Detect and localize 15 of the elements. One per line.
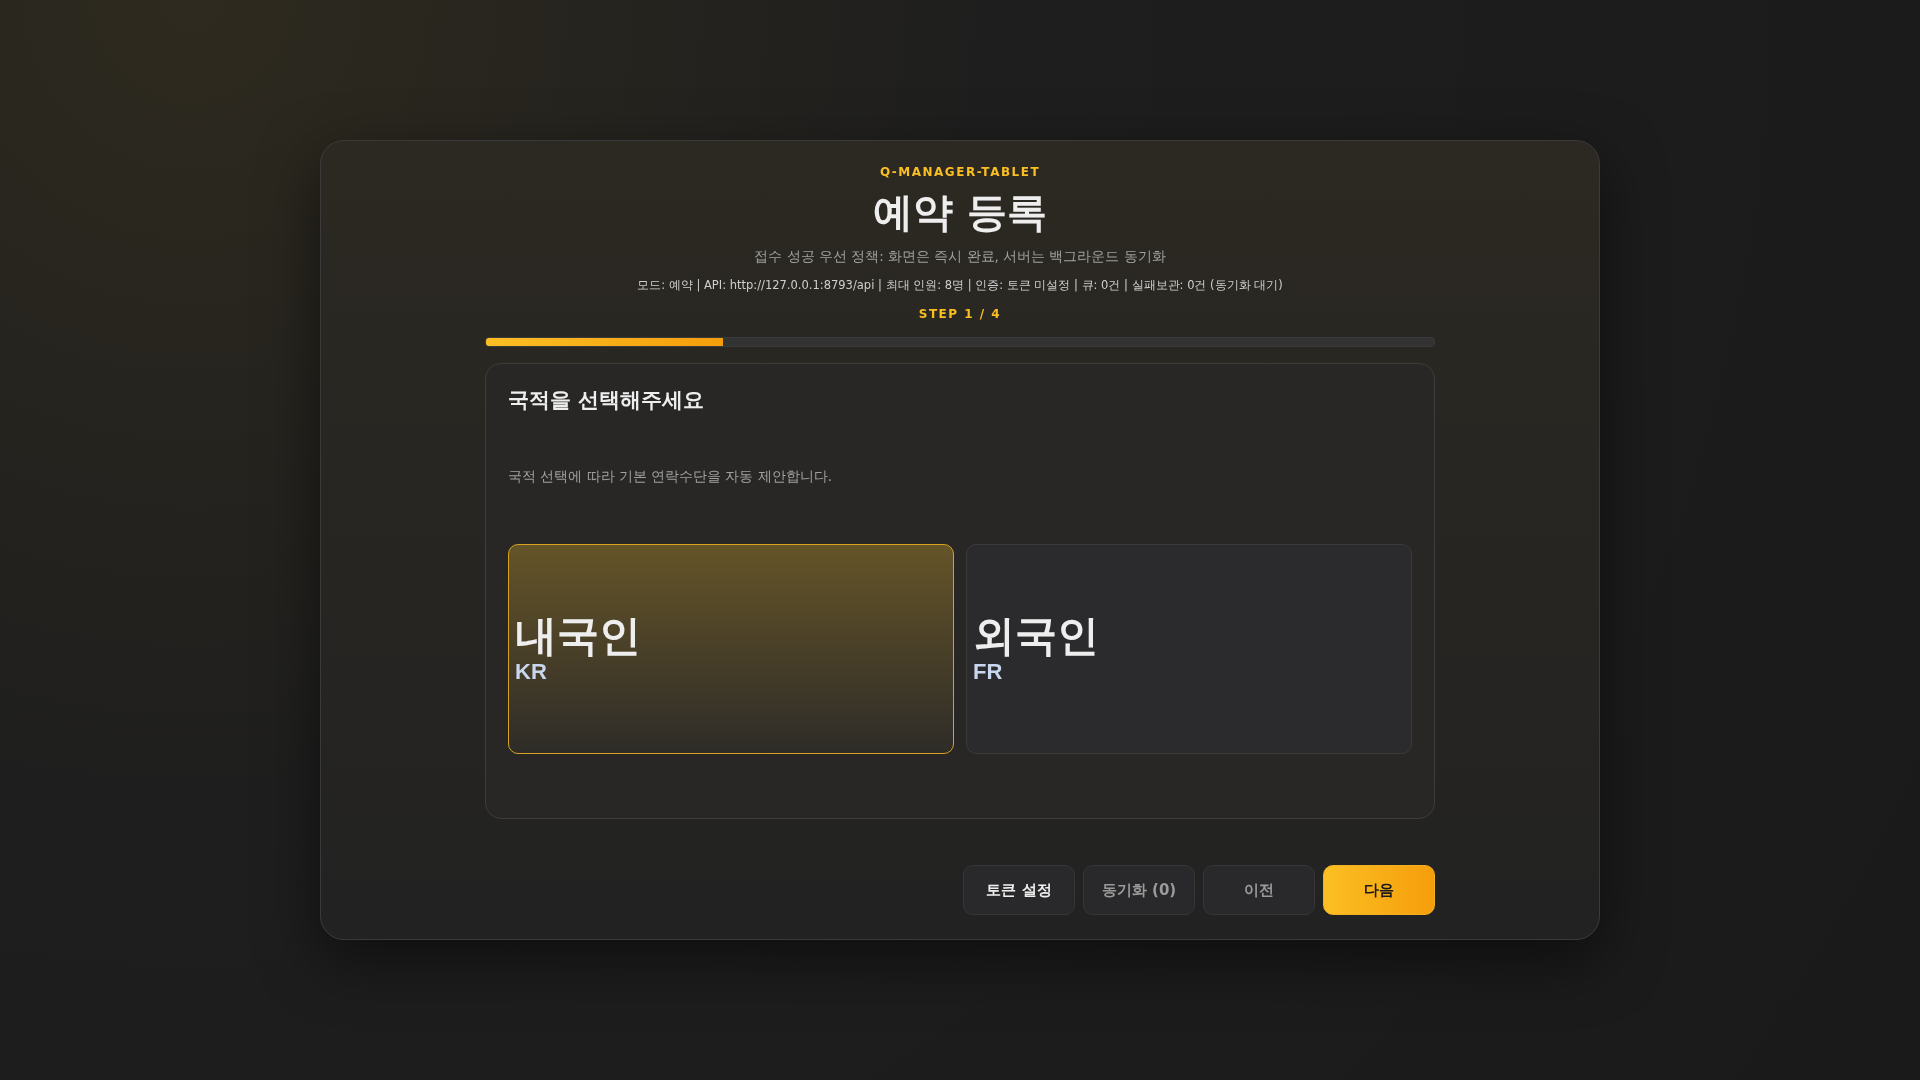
option-label: 내국인 bbox=[515, 612, 641, 659]
nationality-option[interactable]: 외국인 FR bbox=[966, 543, 1412, 754]
subtitle: 접수 성공 우선 정책: 화면은 즉시 완료, 서버는 백그라운드 동기화 bbox=[754, 248, 1166, 266]
action-button[interactable]: 토큰 설정 bbox=[963, 865, 1075, 915]
step-label: STEP 1 / 4 bbox=[918, 307, 1002, 321]
option-code: FR bbox=[973, 658, 1003, 685]
status-line: 모드: 예약 | API: http://127.0.0.1:8793/api | 최대 인원: 8명 | 인증: 토큰 미설정 | 큐: 0건 | 실패보관: 0건 (동기화 대기) bbox=[637, 278, 1283, 293]
brand-label: Q-MANAGER-TABLET bbox=[879, 165, 1041, 179]
question-description: 국적 선택에 따라 기본 연락수단을 자동 제안합니다. bbox=[508, 467, 834, 486]
option-code: KR bbox=[515, 658, 547, 685]
page-title: 예약 등록 bbox=[873, 188, 1047, 237]
option-label: 외국인 bbox=[973, 612, 1099, 659]
nationality-option[interactable]: 내국인 KR bbox=[508, 543, 954, 754]
next-button[interactable]: 다음 bbox=[1323, 865, 1435, 915]
question-title: 국적을 선택해주세요 bbox=[508, 386, 706, 414]
